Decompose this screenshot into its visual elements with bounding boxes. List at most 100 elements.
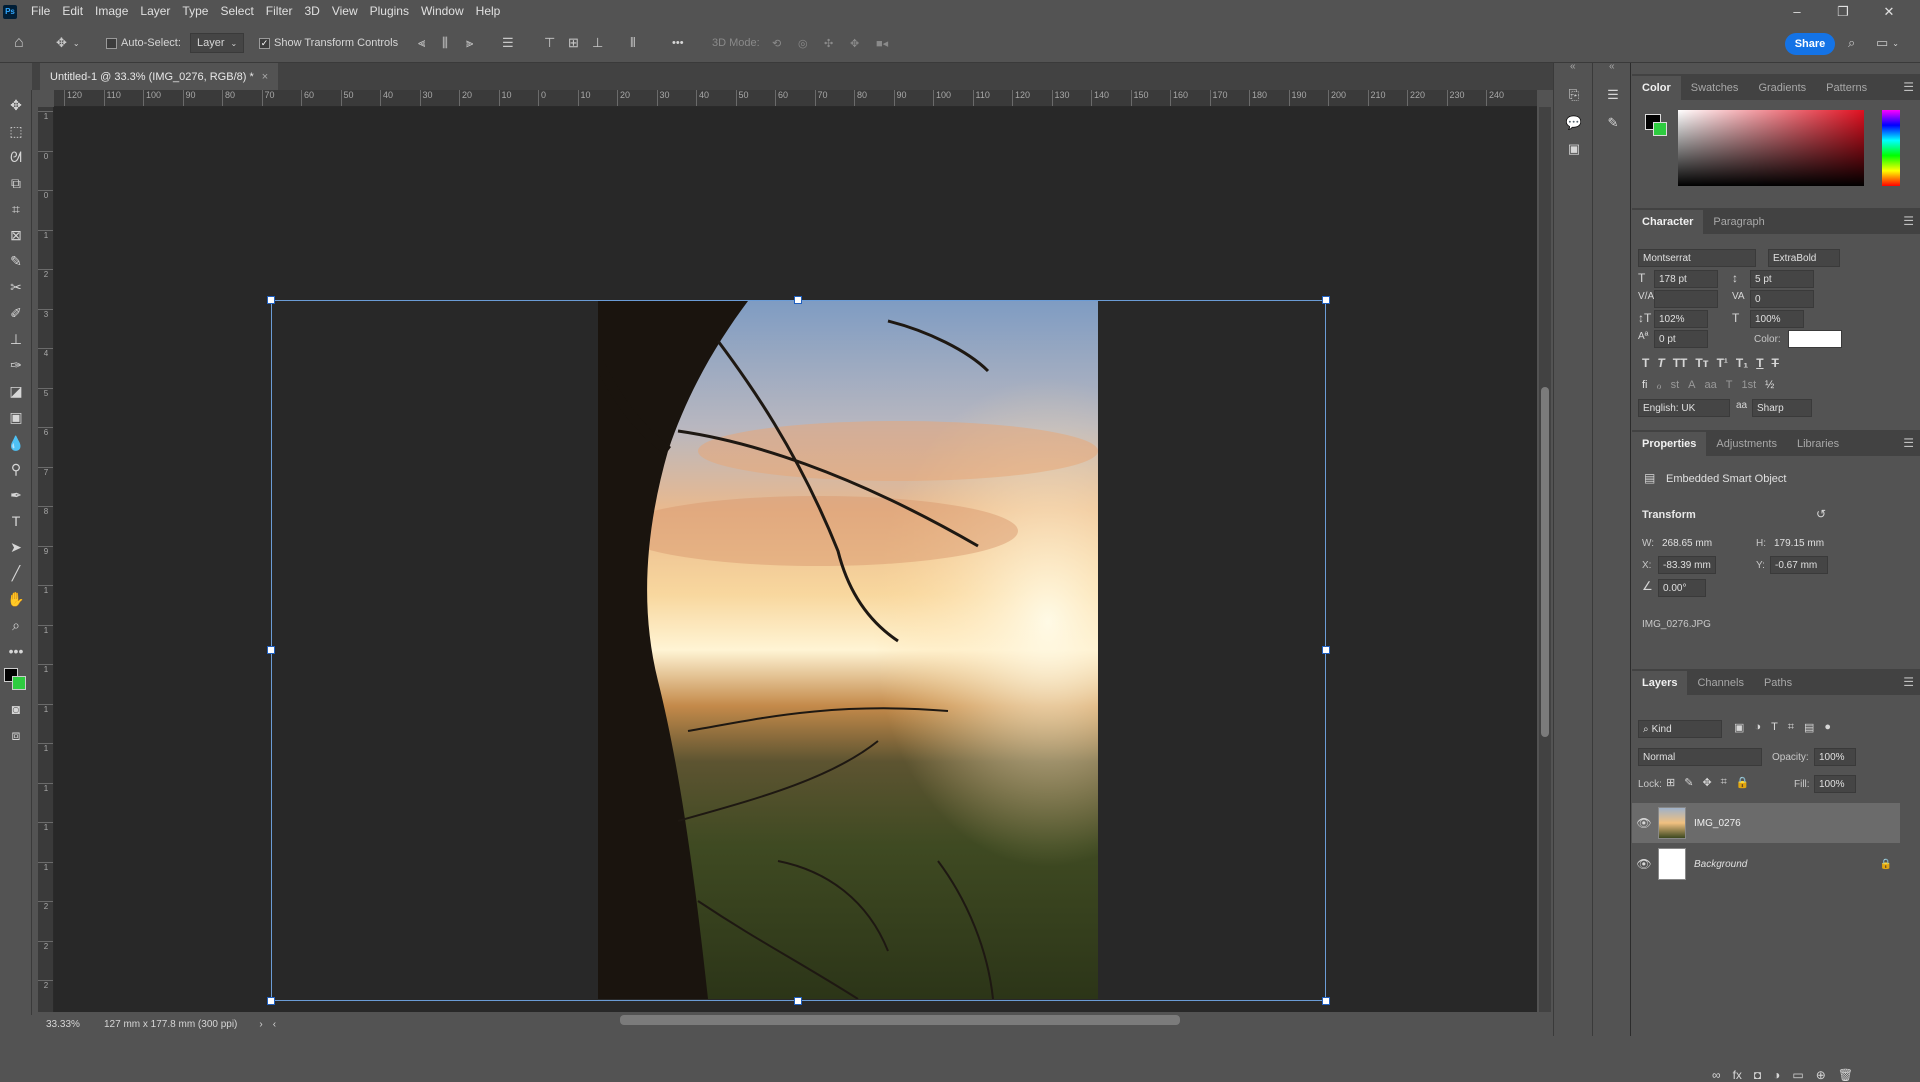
canvas-area[interactable] (54, 107, 1537, 1012)
transform-handle-bottom[interactable] (794, 997, 802, 1005)
move-tool-icon[interactable]: ✥ (4, 94, 28, 116)
menu-3d[interactable]: 3D (298, 0, 325, 23)
filter-smart-object-icon[interactable]: ▤ (1804, 721, 1814, 734)
adjustment-icon[interactable]: ◑ (1773, 1068, 1780, 1082)
tab-swatches[interactable]: Swatches (1681, 76, 1749, 100)
fx-icon[interactable]: fx (1733, 1068, 1742, 1082)
layer-filter-dropdown[interactable]: ⌕ Kind (1638, 720, 1722, 738)
transform-handle-bottom-left[interactable] (267, 997, 275, 1005)
y-position-field[interactable]: -0.67 mm (1770, 556, 1828, 574)
swash-button[interactable]: A (1688, 379, 1695, 392)
visibility-eye-icon[interactable]: 👁 (1632, 816, 1656, 830)
3d-orbit-icon[interactable]: ⟲ (772, 33, 781, 53)
adjustments-sliders-icon[interactable]: ☰ (1603, 85, 1623, 105)
3d-roll-icon[interactable]: ◎ (798, 33, 808, 53)
transform-bounding-box[interactable] (271, 300, 1326, 1001)
reset-transform-icon[interactable]: ↺ (1816, 507, 1826, 521)
tab-paths[interactable]: Paths (1754, 671, 1802, 695)
object-select-tool-icon[interactable]: ⧉ (4, 172, 28, 194)
discretionary-ligatures-button[interactable]: st (1671, 379, 1680, 392)
collapse-arrows-icon[interactable]: « (1570, 61, 1576, 72)
tab-paragraph[interactable]: Paragraph (1703, 210, 1774, 234)
transform-handle-bottom-right[interactable] (1322, 997, 1330, 1005)
background-color-swatch[interactable] (12, 676, 26, 690)
menu-filter[interactable]: Filter (260, 0, 299, 23)
subscript-button[interactable]: T₁ (1736, 356, 1748, 370)
font-style-dropdown[interactable]: ExtraBold (1768, 249, 1840, 267)
more-tools-icon[interactable]: ••• (4, 640, 28, 662)
plugin-panel-icon[interactable]: ▣ (1564, 139, 1584, 159)
small-caps-button[interactable]: Tт (1695, 356, 1708, 370)
collapse-arrows-icon-2[interactable]: « (1609, 61, 1615, 72)
transform-handle-right[interactable] (1322, 646, 1330, 654)
vertical-scale-field[interactable]: 102% (1654, 310, 1708, 328)
language-dropdown[interactable]: English: UK (1638, 399, 1730, 417)
align-bottom-icon[interactable]: ⊥ (592, 33, 603, 53)
home-icon[interactable]: ⌂ (14, 33, 24, 53)
angle-field[interactable]: 0.00° (1658, 579, 1706, 597)
layer-lock-icon[interactable]: 🔒 (1880, 859, 1892, 870)
layer-row-background[interactable]: 👁 Background 🔒 (1632, 844, 1900, 884)
superscript-button[interactable]: T¹ (1717, 356, 1728, 370)
tab-gradients[interactable]: Gradients (1748, 76, 1816, 100)
layer-row-img-0276[interactable]: 👁 IMG_0276 (1632, 803, 1900, 843)
line-tool-icon[interactable]: ╱ (4, 562, 28, 584)
lock-position-icon[interactable]: ✥ (1702, 776, 1711, 789)
ligatures-button[interactable]: fi (1642, 379, 1648, 392)
crop-tool-icon[interactable]: ⌗ (4, 198, 28, 220)
align-left-icon[interactable]: ⫷ (418, 33, 425, 53)
group-icon[interactable]: ▭ (1792, 1068, 1803, 1082)
lock-transparent-icon[interactable]: ⊞ (1666, 776, 1675, 789)
align-middle-icon[interactable]: ⊞ (568, 33, 579, 53)
align-center-icon[interactable]: ⫼ (442, 33, 448, 53)
menu-view[interactable]: View (326, 0, 364, 23)
font-family-dropdown[interactable]: Montserrat (1638, 249, 1756, 267)
filter-shape-icon[interactable]: ⌗ (1788, 721, 1794, 734)
font-size-field[interactable]: 178 pt (1654, 270, 1718, 288)
background-color-chip[interactable] (1653, 122, 1667, 136)
filter-pixel-icon[interactable]: ▣ (1734, 721, 1744, 734)
brush-tool-icon[interactable]: ✐ (4, 302, 28, 324)
distribute-icon[interactable]: ☰ (502, 33, 514, 53)
underline-button[interactable]: T (1756, 356, 1763, 370)
path-select-tool-icon[interactable]: ➤ (4, 536, 28, 558)
visibility-eye-icon[interactable]: 👁 (1632, 857, 1656, 871)
marquee-tool-icon[interactable]: ⬚ (4, 120, 28, 142)
healing-tool-icon[interactable]: ✂ (4, 276, 28, 298)
eraser-tool-icon[interactable]: ◪ (4, 380, 28, 402)
vertical-scroll-thumb[interactable] (1541, 387, 1549, 737)
scroll-left-icon[interactable]: ‹ (273, 1019, 276, 1030)
menu-file[interactable]: File (25, 0, 56, 23)
menu-plugins[interactable]: Plugins (364, 0, 415, 23)
layer-name[interactable]: IMG_0276 (1694, 818, 1741, 829)
align-right-icon[interactable]: ⫸ (466, 33, 473, 53)
menu-window[interactable]: Window (415, 0, 470, 23)
gradient-tool-icon[interactable]: ▣ (4, 406, 28, 428)
tab-layers[interactable]: Layers (1632, 671, 1688, 695)
stamp-tool-icon[interactable]: ⊥ (4, 328, 28, 350)
eyedropper-tool-icon[interactable]: ✎ (4, 250, 28, 272)
trash-icon[interactable]: 🗑 (1838, 1068, 1853, 1082)
status-chevron-icon[interactable]: › (259, 1019, 262, 1030)
layer-dropdown[interactable]: Layer ⌄ (190, 33, 245, 53)
close-tab-icon[interactable]: × (262, 71, 268, 83)
link-icon[interactable]: ∞ (1712, 1068, 1721, 1082)
leading-field[interactable]: 5 pt (1750, 270, 1814, 288)
search-icon[interactable]: ⌕ (1848, 33, 1855, 53)
transform-handle-left[interactable] (267, 646, 275, 654)
menu-select[interactable]: Select (214, 0, 259, 23)
tab-patterns[interactable]: Patterns (1816, 76, 1877, 100)
faux-bold-button[interactable]: T (1642, 356, 1649, 370)
baseline-shift-field[interactable]: 0 pt (1654, 330, 1708, 348)
3d-drag-icon[interactable]: ✣ (824, 33, 833, 53)
quick-mask-icon[interactable]: ◙ (4, 698, 28, 720)
faux-italic-button[interactable]: T (1657, 356, 1664, 370)
menu-edit[interactable]: Edit (56, 0, 89, 23)
type-tool-icon[interactable]: T (4, 510, 28, 532)
lock-all-icon[interactable]: 🔒 (1736, 776, 1750, 789)
blend-mode-dropdown[interactable]: Normal (1638, 748, 1762, 766)
opacity-field[interactable]: 100% (1814, 748, 1856, 766)
fill-field[interactable]: 100% (1814, 775, 1856, 793)
lasso-tool-icon[interactable]: ᘛ (4, 146, 28, 168)
horizontal-scroll-thumb[interactable] (620, 1015, 1180, 1025)
